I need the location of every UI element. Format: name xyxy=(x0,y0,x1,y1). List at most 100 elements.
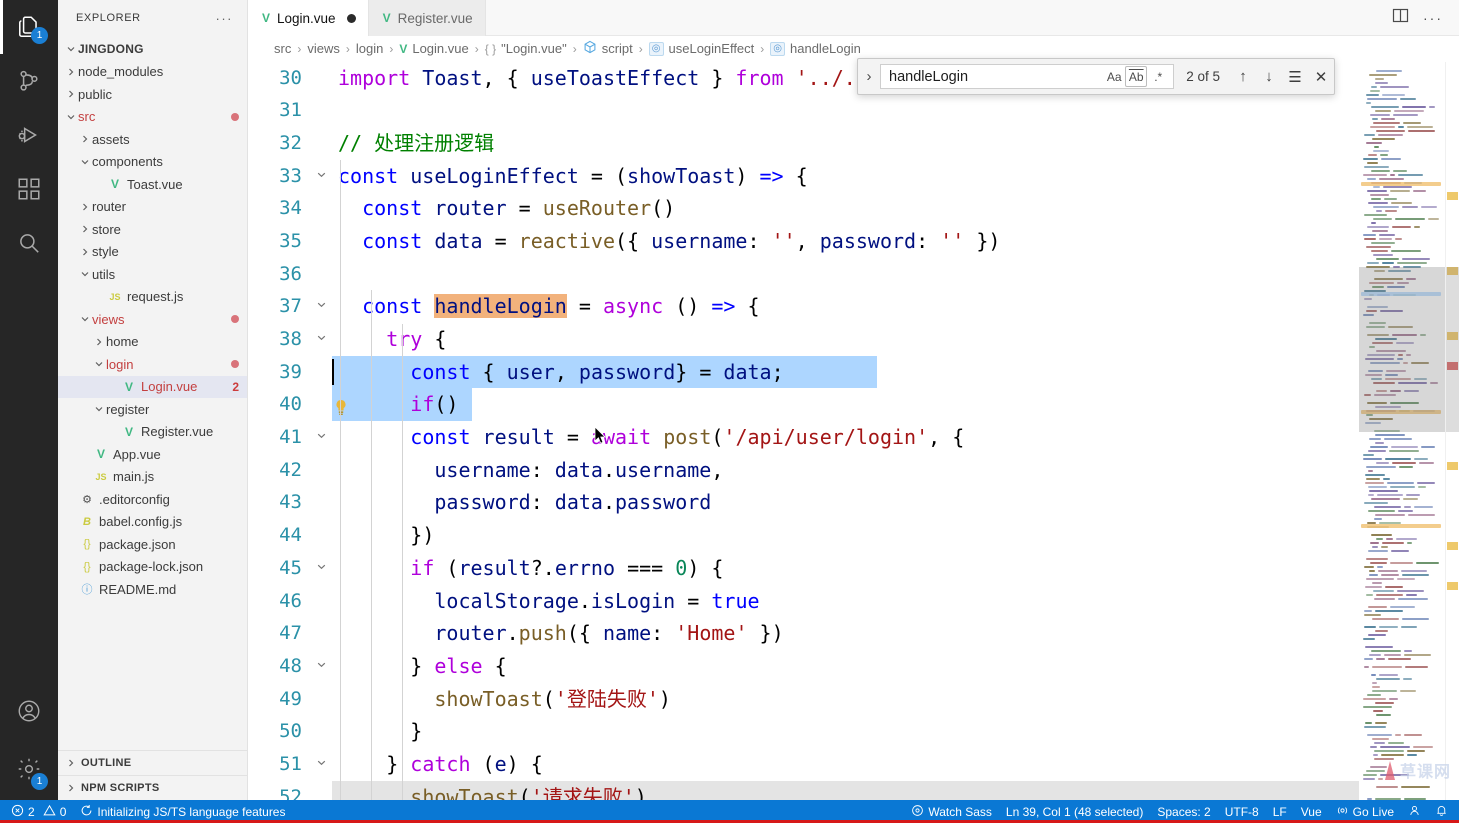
code-line[interactable]: 39 const { user, password} = data; xyxy=(248,355,1359,389)
activity-item-account[interactable] xyxy=(0,684,58,738)
breadcrumb-item-handlelogin[interactable]: ◎ handleLogin xyxy=(770,41,861,56)
code-line[interactable]: 34 const router = useRouter() xyxy=(248,192,1359,225)
tree-item-app-vue[interactable]: V App.vue xyxy=(58,443,247,466)
file-tree[interactable]: JINGDONG node_modules public src assets comp… xyxy=(58,36,247,750)
tree-item-toast-vue[interactable]: V Toast.vue xyxy=(58,173,247,196)
code-line[interactable]: 36 xyxy=(248,258,1359,291)
tree-item-login[interactable]: login xyxy=(58,353,247,376)
sidebar-section-npm-scripts[interactable]: NPM SCRIPTS xyxy=(58,775,247,800)
editor-scrollbar-thumb[interactable] xyxy=(1446,266,1459,432)
tab-register-vue[interactable]: V Register.vue xyxy=(368,0,486,36)
fold-chevron-icon[interactable] xyxy=(310,290,332,323)
lightbulb-icon[interactable] xyxy=(334,394,348,416)
code-line[interactable]: 52 showToast('请求失败') xyxy=(248,780,1359,800)
tree-item-node-modules[interactable]: node_modules xyxy=(58,61,247,84)
minimap-line xyxy=(1373,709,1383,712)
minimap[interactable] xyxy=(1359,61,1445,800)
activity-item-settings[interactable]: 1 xyxy=(0,738,58,800)
tree-item-home[interactable]: home xyxy=(58,331,247,354)
tab-login-vue[interactable]: V Login.vue xyxy=(248,0,369,36)
breadcrumb-item-login[interactable]: login xyxy=(356,41,383,56)
find-previous-button[interactable]: ↑ xyxy=(1230,64,1256,90)
tree-item-main-js[interactable]: JS main.js xyxy=(58,466,247,489)
code-line[interactable]: 47 router.push({ name: 'Home' }) xyxy=(248,617,1359,650)
tree-item-register[interactable]: register xyxy=(58,398,247,421)
breadcrumb-item-src[interactable]: src xyxy=(274,41,291,56)
whole-word-icon[interactable]: Ab xyxy=(1125,66,1148,87)
tree-item-label: babel.config.js xyxy=(99,514,183,530)
tab-dirty-indicator[interactable] xyxy=(346,13,356,23)
breadcrumb-item-login-vue[interactable]: V Login.vue xyxy=(399,41,468,56)
tree-item-register-vue[interactable]: V Register.vue xyxy=(58,421,247,444)
sidebar-section-outline[interactable]: OUTLINE xyxy=(58,750,247,775)
code-line[interactable]: 37 const handleLogin = async () => { xyxy=(248,290,1359,323)
code-line[interactable]: 32 // 处理注册逻辑 xyxy=(248,127,1359,160)
find-in-selection-button[interactable]: ☰ xyxy=(1282,64,1308,90)
tree-item-login-vue[interactable]: V Login.vue 2 xyxy=(58,375,247,398)
code-line[interactable]: 33 const useLoginEffect = (showToast) => … xyxy=(248,160,1359,193)
toggle-replace-icon[interactable]: › xyxy=(858,68,880,85)
tree-item-editorconfig[interactable]: ⚙ .editorconfig xyxy=(58,488,247,511)
tree-item-request-js[interactable]: JS request.js xyxy=(58,286,247,309)
code-line[interactable]: 41 const result = await post('/api/user/… xyxy=(248,421,1359,454)
activity-item-search[interactable] xyxy=(0,216,58,270)
code-line[interactable]: 48 } else { xyxy=(248,650,1359,683)
tree-item-router[interactable]: router xyxy=(58,196,247,219)
activity-item-explorer[interactable]: 1 xyxy=(0,0,58,54)
tree-item-components[interactable]: components xyxy=(58,151,247,174)
fold-chevron-icon[interactable] xyxy=(310,160,332,193)
breadcrumb-item-script[interactable]: script xyxy=(583,40,633,57)
find-close-button[interactable]: ✕ xyxy=(1308,64,1334,90)
find-next-button[interactable]: ↓ xyxy=(1256,64,1282,90)
split-editor-icon[interactable] xyxy=(1392,7,1409,29)
activity-item-source-control[interactable] xyxy=(0,54,58,108)
tree-item-package-json[interactable]: {} package.json xyxy=(58,533,247,556)
code-line[interactable]: 43 password: data.password xyxy=(248,486,1359,519)
activity-item-run-debug[interactable] xyxy=(0,108,58,162)
code-line[interactable]: 31 xyxy=(248,94,1359,127)
activity-item-extensions[interactable] xyxy=(0,162,58,216)
tree-item-utils[interactable]: utils xyxy=(58,263,247,286)
explorer-more-icon[interactable]: ··· xyxy=(216,11,240,26)
fold-chevron-icon[interactable] xyxy=(310,323,332,356)
tree-item-store[interactable]: store xyxy=(58,218,247,241)
breadcrumb-item-file-symbol[interactable]: { } "Login.vue" xyxy=(485,41,567,56)
minimap-line xyxy=(1395,217,1425,220)
code-line[interactable]: 51 } catch (e) { xyxy=(248,748,1359,781)
more-actions-icon[interactable]: ··· xyxy=(1423,10,1443,26)
code-line[interactable]: 42 username: data.username, xyxy=(248,454,1359,487)
overview-ruler[interactable] xyxy=(1445,61,1459,800)
minimap-slider[interactable] xyxy=(1359,266,1445,432)
tree-item-babel-config-js[interactable]: Bbabel.config.js xyxy=(58,511,247,534)
tree-item-style[interactable]: style xyxy=(58,241,247,264)
tree-item-src[interactable]: src xyxy=(58,106,247,129)
breadcrumb-item-useloginEffect[interactable]: ◎ useLoginEffect xyxy=(648,41,754,56)
tree-item-public[interactable]: public xyxy=(58,83,247,106)
fold-chevron-icon[interactable] xyxy=(310,650,332,683)
code-line[interactable]: 49 showToast('登陆失败') xyxy=(248,683,1359,716)
code-line[interactable]: 38 try { xyxy=(248,323,1359,356)
match-case-icon[interactable]: Aa xyxy=(1103,66,1125,87)
find-input[interactable]: handleLogin Aa Ab .* xyxy=(880,64,1175,89)
code-line[interactable]: 35 const data = reactive({ username: '',… xyxy=(248,225,1359,258)
tree-item-assets[interactable]: assets xyxy=(58,128,247,151)
tree-root-jingdong[interactable]: JINGDONG xyxy=(58,38,247,61)
breadcrumb-item-views[interactable]: views xyxy=(307,41,340,56)
fold-chevron-icon[interactable] xyxy=(310,748,332,781)
code-line[interactable]: 45 if (result?.errno === 0) { xyxy=(248,552,1359,585)
line-number: 32 xyxy=(279,131,302,154)
fold-chevron-icon[interactable] xyxy=(310,552,332,585)
regex-icon[interactable]: .* xyxy=(1147,66,1169,87)
code-line[interactable]: 44 }) xyxy=(248,519,1359,552)
minimap-line xyxy=(1419,461,1434,464)
minimap-line xyxy=(1367,797,1372,800)
code-text: const result = await post('/api/user/log… xyxy=(410,425,965,450)
tree-item-package-lock-json[interactable]: {} package-lock.json xyxy=(58,556,247,579)
code-line[interactable]: 46 localStorage.isLogin = true xyxy=(248,585,1359,618)
tree-item-views[interactable]: views xyxy=(58,308,247,331)
code-line[interactable]: 50 } xyxy=(248,715,1359,748)
code-line[interactable]: 40 if() xyxy=(248,388,1359,422)
tree-item-readme-md[interactable]: ⓘ README.md xyxy=(58,578,247,601)
code-lines[interactable]: 30 import Toast, { useToastEffect } from … xyxy=(248,62,1359,800)
fold-chevron-icon[interactable] xyxy=(310,421,332,454)
